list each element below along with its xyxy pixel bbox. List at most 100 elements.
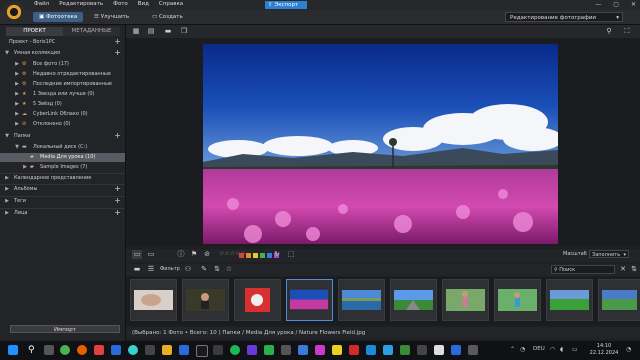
add-tag-icon[interactable]: + xyxy=(114,197,121,205)
app-icon-blue-2[interactable] xyxy=(179,345,189,355)
sort-order-icon[interactable]: ⇅ xyxy=(629,265,639,274)
albums-header[interactable]: ▶ Альбомы + xyxy=(0,184,125,194)
thumbnail[interactable] xyxy=(130,279,177,321)
app-icon-yellow[interactable] xyxy=(332,345,342,355)
app-icon-green-2[interactable] xyxy=(400,345,410,355)
notification-bell-icon[interactable]: ◔ xyxy=(626,346,631,353)
app-icon-blue[interactable] xyxy=(111,345,121,355)
app-icon-magenta[interactable] xyxy=(315,345,325,355)
thumbnail-selected[interactable] xyxy=(286,279,333,321)
menu-help[interactable]: Справка xyxy=(159,1,183,7)
thumbnail[interactable] xyxy=(234,279,281,321)
network-icon[interactable]: ◔ xyxy=(520,346,525,353)
app-icon-red[interactable] xyxy=(94,345,104,355)
app-icon-blue-3[interactable] xyxy=(298,345,308,355)
filter-label[interactable]: Фильтр xyxy=(160,266,180,272)
thumbnail[interactable] xyxy=(390,279,437,321)
file-explorer-icon[interactable] xyxy=(162,345,172,355)
export-button[interactable]: ⇧ Экспорт xyxy=(265,1,307,9)
smart-item-five-stars[interactable]: ▶ ★ 5 Звёзд (0) xyxy=(0,100,125,109)
edit-filter-icon[interactable]: ✎ xyxy=(199,265,209,274)
split-view-icon[interactable]: ▭ xyxy=(146,250,156,259)
color-label-green[interactable] xyxy=(260,253,265,258)
app-icon-red-2[interactable] xyxy=(349,345,359,355)
thumbnail[interactable] xyxy=(494,279,541,321)
tray-chevron-icon[interactable]: ⌃ xyxy=(510,346,515,353)
tab-project[interactable]: ПРОЕКТ xyxy=(6,27,63,36)
mode-dropdown[interactable]: Редактирование фотографии ▾ xyxy=(505,12,623,22)
smart-item-one-star[interactable]: ▶ ★ 1 Звезда или лучше (0) xyxy=(0,90,125,99)
spotify-icon[interactable] xyxy=(230,345,240,355)
telegram-icon[interactable] xyxy=(383,345,393,355)
thumbnail[interactable] xyxy=(182,279,229,321)
main-photo[interactable] xyxy=(203,44,558,244)
clock[interactable]: 14:10 22.12.2024 xyxy=(588,343,620,357)
photos-tab-button[interactable]: ▣ Фотоотека xyxy=(33,12,84,22)
app-icon-purple[interactable] xyxy=(247,345,257,355)
flag-icon[interactable]: ⚑ xyxy=(189,250,199,259)
smart-item-rejected[interactable]: ▶ ⊘ Отклонено (0) xyxy=(0,120,125,129)
language-indicator[interactable]: DEU xyxy=(533,346,545,352)
app-icon-dark[interactable] xyxy=(145,345,155,355)
import-button[interactable]: Импорт xyxy=(10,325,120,333)
close-icon[interactable]: ✕ xyxy=(631,1,636,8)
smart-collection-header[interactable]: ▼ Умная коллекция + xyxy=(0,49,125,58)
smart-item-all[interactable]: ▶ ⚙ Все фото (17) xyxy=(0,60,125,69)
firefox-icon[interactable] xyxy=(77,345,87,355)
improve-tab-button[interactable]: ☰ Улучшить xyxy=(88,12,135,22)
add-face-icon[interactable]: + xyxy=(114,209,121,217)
add-smart-collection-icon[interactable]: + xyxy=(114,49,121,57)
app-icon-gray-3[interactable] xyxy=(468,345,478,355)
app-icon-gray[interactable] xyxy=(213,345,223,355)
edge-icon[interactable] xyxy=(128,345,138,355)
sort-icon[interactable]: ⇅ xyxy=(212,265,222,274)
battery-icon[interactable]: ▭ xyxy=(572,346,578,353)
rotate-icon[interactable]: ↻ xyxy=(272,250,282,259)
thumbnail[interactable] xyxy=(442,279,489,321)
zoom-tool-icon[interactable]: ⚲ xyxy=(604,27,614,36)
add-album-icon[interactable]: + xyxy=(114,185,121,193)
detail-view-icon[interactable]: ▬ xyxy=(163,27,173,36)
fullscreen-icon[interactable]: ⛶ xyxy=(622,27,632,36)
faces-header[interactable]: ▶ Лица + xyxy=(0,208,125,218)
list-view-icon[interactable]: ☰ xyxy=(146,265,156,274)
filmstrip-view-icon[interactable]: ▬ xyxy=(132,265,142,274)
compare-view-icon[interactable]: ❐ xyxy=(179,27,189,36)
grid-view-icon[interactable]: ▤ xyxy=(146,27,156,36)
taskbar-search-icon[interactable]: ⚲ xyxy=(28,345,38,355)
smart-item-cloud[interactable]: ▶ ☁ CyberLink Облако (0) xyxy=(0,110,125,119)
search-input[interactable]: ⚲ Поиск xyxy=(551,265,615,274)
app-icon-light[interactable] xyxy=(434,345,444,355)
tags-header[interactable]: ▶ Теги + xyxy=(0,196,125,206)
star-filter-icon[interactable]: ☆ xyxy=(224,265,234,274)
wifi-icon[interactable]: ◠ xyxy=(550,346,555,353)
people-filter-icon[interactable]: ⚇ xyxy=(183,265,193,274)
info-icon[interactable]: ⓘ xyxy=(176,250,186,259)
thumbnail[interactable] xyxy=(598,279,640,321)
smart-item-recent-imported[interactable]: ▶ ⚙ Последние импортированные xyxy=(0,80,125,89)
smart-item-recent-edited[interactable]: ▶ ⚙ Недавно отредактированные xyxy=(0,70,125,79)
chrome-icon[interactable] xyxy=(60,345,70,355)
color-label-yellow[interactable] xyxy=(253,253,258,258)
windows-start-icon[interactable] xyxy=(8,345,18,355)
add-folder-icon[interactable]: + xyxy=(114,132,121,140)
local-disk-item[interactable]: ▼ ▬ Локальный диск (C:) xyxy=(0,143,125,152)
app-icon-blue-4[interactable] xyxy=(366,345,376,355)
crop-icon[interactable]: ⬚ xyxy=(286,250,296,259)
reject-icon[interactable]: ⊘ xyxy=(202,250,212,259)
photodirector-icon[interactable] xyxy=(196,345,208,357)
tab-metadata[interactable]: МЕТАДАННЫЕ xyxy=(63,27,120,36)
app-icon-blue-5[interactable] xyxy=(451,345,461,355)
menu-edit[interactable]: Редактировать xyxy=(59,1,103,7)
menu-photo[interactable]: Фото xyxy=(113,1,128,7)
volume-icon[interactable]: ◖ xyxy=(560,346,563,353)
thumbnail-view-icon[interactable]: ▦ xyxy=(131,27,141,36)
minimize-icon[interactable]: — xyxy=(595,1,601,8)
media-folder-item[interactable]: ▰ Media Для урока (10) xyxy=(0,153,125,162)
project-row[interactable]: Проект - Boris1PC + xyxy=(0,38,125,47)
clear-search-icon[interactable]: ✕ xyxy=(618,265,628,274)
calendar-header[interactable]: ▶ Календарное представление xyxy=(0,173,125,183)
menu-view[interactable]: Вид xyxy=(138,1,149,7)
thumbnail[interactable] xyxy=(338,279,385,321)
app-icon-dark-2[interactable] xyxy=(417,345,427,355)
